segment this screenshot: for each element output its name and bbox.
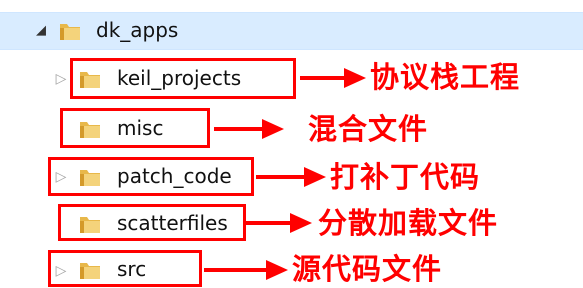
right-arrow-icon <box>246 211 312 235</box>
highlight-box <box>60 108 210 148</box>
annotation-label: 协议栈工程 <box>370 60 521 94</box>
right-arrow-icon <box>214 117 284 141</box>
folder-tree-view: ◢ dk_apps ▷ keil_projects 协议栈工程 misc 混合文… <box>0 0 583 287</box>
highlight-box <box>48 250 202 287</box>
right-arrow-icon <box>300 66 366 90</box>
annotation-label: 打补丁代码 <box>330 160 481 194</box>
annotation-label: 混合文件 <box>308 112 429 146</box>
right-arrow-icon <box>256 165 326 189</box>
annotation-label: 分散加载文件 <box>318 206 499 240</box>
folder-icon <box>58 20 82 42</box>
tree-root-row[interactable] <box>0 12 583 50</box>
triangle-right-icon[interactable]: ▷ <box>52 70 70 88</box>
annotation-label: 源代码文件 <box>292 252 443 286</box>
highlight-box <box>48 157 254 196</box>
right-arrow-icon <box>204 258 288 282</box>
triangle-down-icon[interactable]: ◢ <box>32 22 50 40</box>
highlight-box <box>58 204 246 241</box>
highlight-box <box>70 58 296 99</box>
tree-root-label[interactable]: dk_apps <box>96 18 178 42</box>
